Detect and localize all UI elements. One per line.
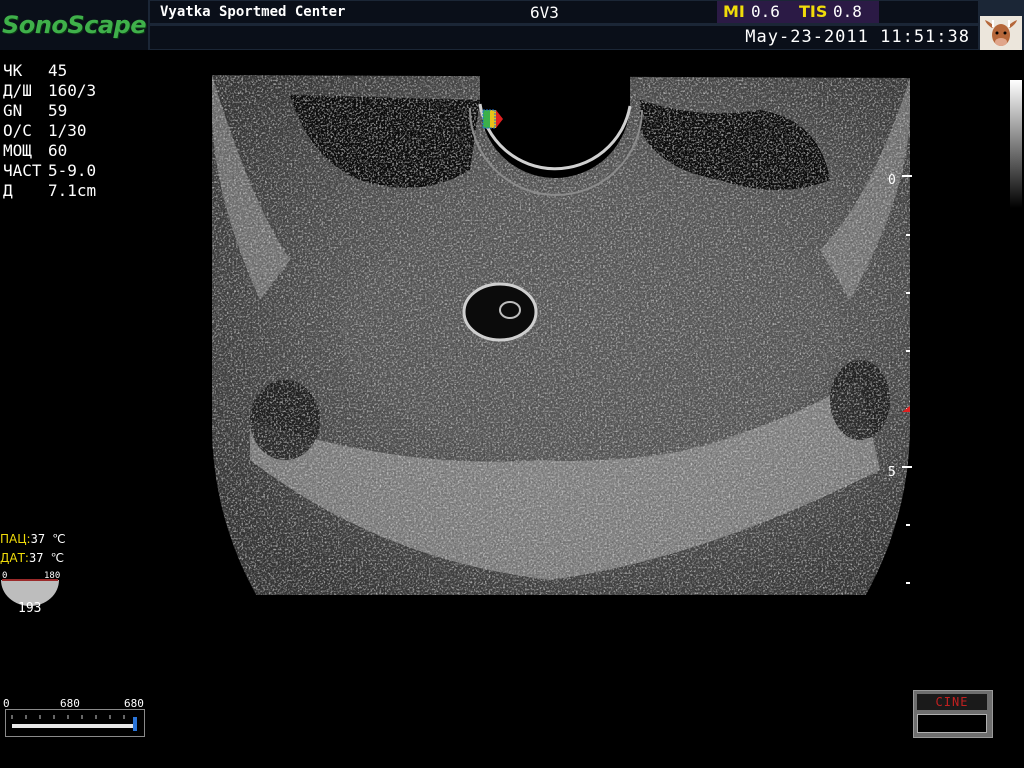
gestational-sac [462,282,538,342]
cine-button[interactable]: CINE [913,690,993,738]
patient-temp-label: ПАЦ: [0,532,31,546]
cine-label: CINE [917,694,987,710]
cine-scale[interactable]: 0 680 680 [3,697,145,741]
patient-temp-value: 37 ℃ [30,532,66,546]
depth-label-0: 0 [888,173,896,188]
ultrasound-image[interactable] [0,0,1024,768]
cine-status-box [917,714,987,733]
probe-temp-value: 37 ℃ [28,551,65,565]
depth-label-5: 5 [888,465,896,480]
angle-min: 0 [2,571,8,581]
angle-value: 193 [18,601,42,616]
depth-scale [902,175,912,584]
probe-temp-label: ДАТ: [0,551,29,565]
temperature-readout: ПАЦ:37 ℃ ДАТ:37 ℃ [0,530,66,568]
probe-temp-row: ДАТ:37 ℃ [0,549,66,568]
angle-max: 180 [44,571,61,581]
cine-track[interactable] [5,709,145,737]
grayscale-bar [1010,80,1022,208]
patient-temp-row: ПАЦ:37 ℃ [0,530,66,549]
